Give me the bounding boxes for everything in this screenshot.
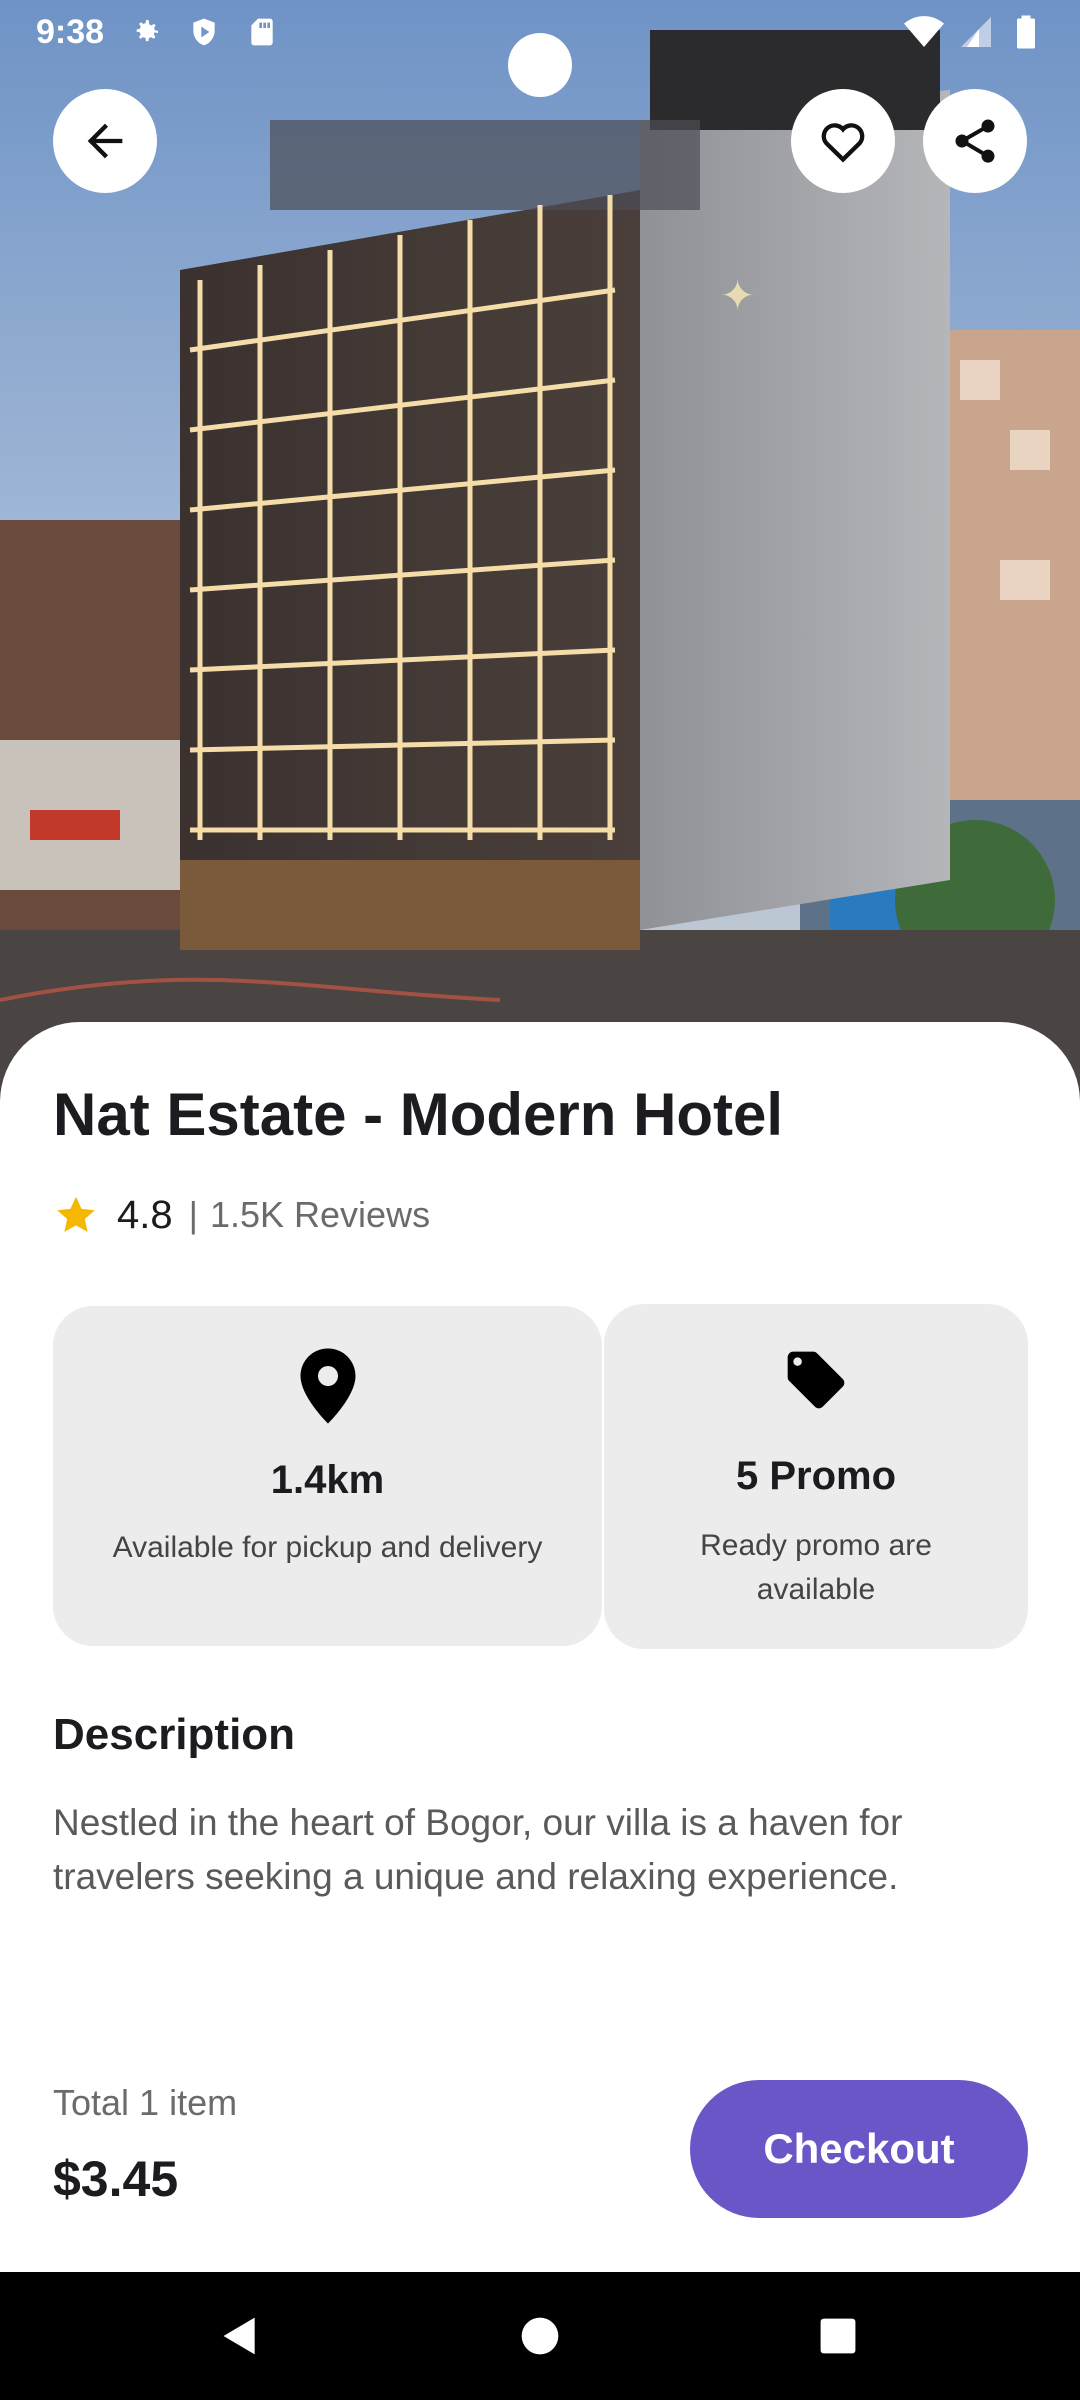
- status-time: 9:38: [36, 12, 105, 51]
- hotel-title: Nat Estate - Modern Hotel: [53, 1081, 784, 1148]
- nav-recents-icon: [820, 2318, 856, 2354]
- promo-subtitle: Ready promo are available: [700, 1529, 932, 1606]
- settings-icon: [136, 20, 159, 42]
- nav-back-icon: [223, 2317, 255, 2355]
- description-text: Nestled in the heart of Bogor, our villa…: [53, 1802, 903, 1897]
- back-button[interactable]: [53, 89, 157, 193]
- wifi-icon: [904, 16, 944, 47]
- nav-recents-button[interactable]: [778, 2272, 898, 2400]
- rating-separator: |: [188, 1194, 198, 1235]
- checkout-button[interactable]: Checkout: [690, 2080, 1028, 2218]
- description-heading: Description: [53, 1710, 296, 1759]
- hotel-image: ✦: [0, 0, 1080, 1100]
- promo-value: 5 Promo: [735, 1454, 897, 1498]
- location-pin-icon: [300, 1348, 355, 1424]
- star-icon: [57, 1196, 95, 1233]
- promo-card[interactable]: 5 Promo Ready promo are available: [604, 1304, 1028, 1649]
- back-arrow-icon: [87, 123, 123, 159]
- nav-back-button[interactable]: [180, 2272, 300, 2400]
- heart-icon: [821, 123, 865, 163]
- distance-card[interactable]: 1.4km Available for pickup and delivery: [53, 1306, 602, 1646]
- share-icon: [955, 119, 995, 163]
- nav-home-icon: [521, 2317, 559, 2355]
- distance-value: 1.4km: [270, 1458, 385, 1502]
- total-label: Total 1 item: [53, 2082, 238, 2123]
- nav-home-button[interactable]: [480, 2272, 600, 2400]
- rating-row: 4.8 | 1.5K Reviews: [53, 1192, 430, 1238]
- sd-card-icon: [251, 18, 273, 46]
- reviews-count: 1.5K Reviews: [209, 1194, 431, 1235]
- total-price: $3.45: [53, 2151, 179, 2207]
- rating-value: 4.8: [117, 1192, 173, 1237]
- system-nav-bar: [0, 2272, 1080, 2400]
- battery-icon: [1017, 15, 1035, 49]
- favorite-button[interactable]: [791, 89, 895, 193]
- distance-subtitle: Available for pickup and delivery: [112, 1531, 543, 1564]
- shield-icon: [193, 18, 215, 46]
- svg-text:✦: ✦: [720, 271, 755, 320]
- price-tag-icon: [787, 1351, 845, 1409]
- signal-icon: [961, 17, 991, 47]
- share-button[interactable]: [923, 89, 1027, 193]
- camera-cutout: [508, 33, 572, 97]
